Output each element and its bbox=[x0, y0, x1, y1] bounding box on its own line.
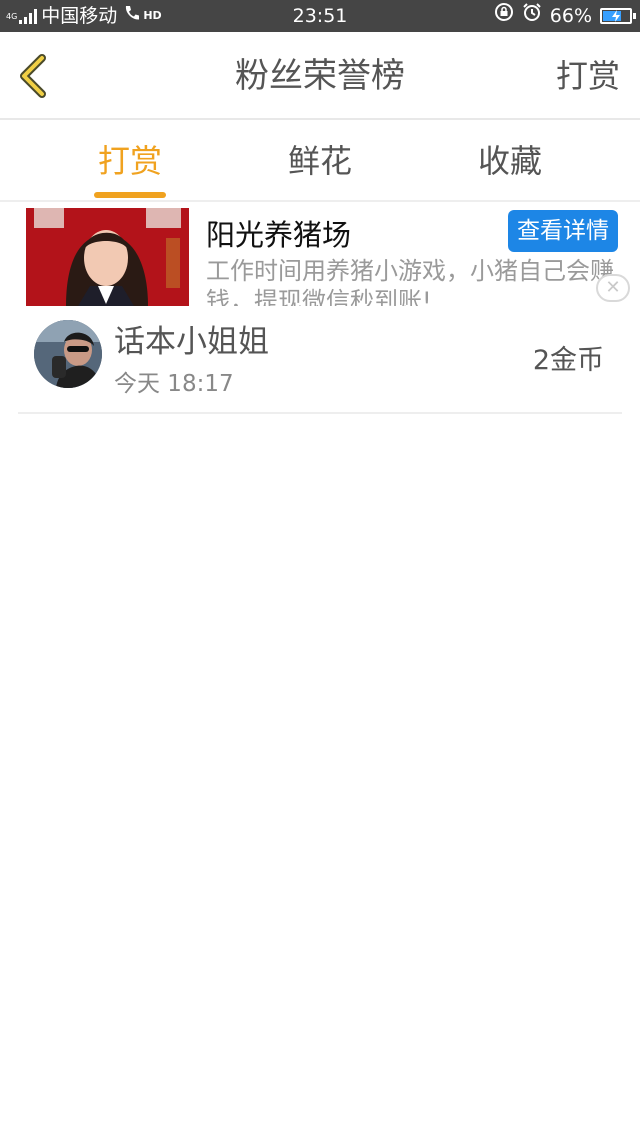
tab-label: 鲜花 bbox=[287, 142, 352, 180]
rotation-lock-icon bbox=[494, 0, 514, 32]
avatar bbox=[34, 320, 102, 388]
tab-flowers[interactable]: 鲜花 bbox=[250, 122, 390, 202]
status-bar: 4G 中国移动 HD 23:51 66% bbox=[0, 0, 640, 32]
ad-banner[interactable]: 阳光养猪场 查看详情 工作时间用养猪小游戏，小猪自己会赚钱，提现微信秒到账! bbox=[0, 208, 640, 306]
reward-time: 今天 18:17 bbox=[114, 371, 234, 397]
tab-label: 打赏 bbox=[97, 142, 162, 180]
nav-bar: 粉丝荣誉榜 打赏 bbox=[0, 32, 640, 120]
reward-button[interactable]: 打赏 bbox=[556, 32, 620, 120]
tab-active-indicator bbox=[94, 192, 166, 198]
page-title: 粉丝荣誉榜 bbox=[235, 56, 405, 96]
alarm-icon bbox=[522, 0, 542, 32]
close-icon[interactable]: ✕ bbox=[596, 274, 630, 302]
battery-percent: 66% bbox=[549, 5, 592, 27]
tab-favorites[interactable]: 收藏 bbox=[440, 122, 580, 202]
battery-icon bbox=[600, 8, 636, 24]
list-item[interactable]: 话本小姐姐 今天 18:17 2金币 bbox=[18, 312, 622, 414]
ad-title: 阳光养猪场 bbox=[206, 218, 352, 252]
view-details-button[interactable]: 查看详情 bbox=[508, 210, 618, 252]
tab-reward[interactable]: 打赏 bbox=[60, 122, 200, 202]
tab-bar: 打赏 鲜花 收藏 bbox=[0, 122, 640, 202]
ad-description: 工作时间用养猪小游戏，小猪自己会赚钱，提现微信秒到账! bbox=[206, 257, 614, 306]
user-name: 话本小姐姐 bbox=[114, 324, 269, 360]
reward-amount: 2金币 bbox=[532, 345, 604, 376]
tab-label: 收藏 bbox=[477, 142, 542, 180]
ad-thumbnail bbox=[26, 208, 189, 306]
